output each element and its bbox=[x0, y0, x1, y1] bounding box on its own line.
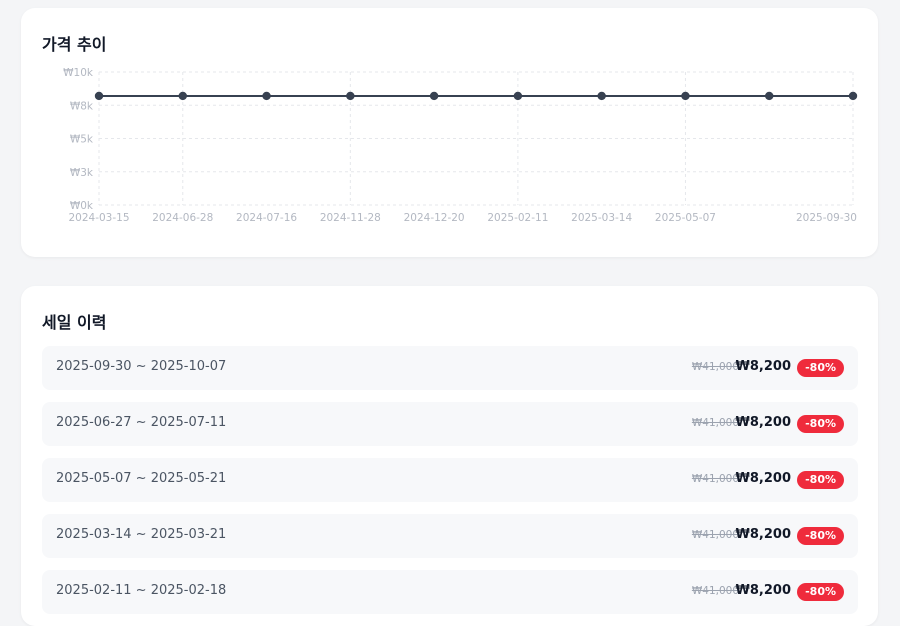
x-tick-label: 2025-02-11 bbox=[487, 212, 548, 224]
x-tick-label: 2024-11-28 bbox=[320, 212, 381, 224]
sale-date-range: 2025-05-07 ~ 2025-05-21 bbox=[56, 471, 227, 486]
sale-date-range: 2025-06-27 ~ 2025-07-11 bbox=[56, 415, 227, 430]
discount-badge: -80% bbox=[797, 359, 844, 377]
x-tick-label: 2025-05-07 bbox=[655, 212, 716, 224]
x-tick-label: 2025-03-14 bbox=[571, 212, 632, 224]
sale-date-range: 2025-03-14 ~ 2025-03-21 bbox=[56, 527, 227, 542]
sale-price: ₩8,200 bbox=[735, 471, 791, 486]
data-point bbox=[848, 91, 858, 101]
discount-badge: -80% bbox=[797, 583, 844, 601]
data-point bbox=[178, 91, 187, 101]
data-point bbox=[513, 91, 523, 101]
sale-date-range: 2025-02-11 ~ 2025-02-18 bbox=[56, 583, 227, 598]
discount-badge: -80% bbox=[797, 527, 844, 545]
sale-history-row[interactable]: 2025-06-27 ~ 2025-07-11 ₩41,000 ₩8,200 -… bbox=[42, 402, 858, 446]
data-point bbox=[597, 91, 606, 101]
price-trend-chart: ₩10k ₩8k ₩5k ₩3k ₩0k2024-03-15 2024-06-28 2024… bbox=[63, 67, 858, 224]
y-tick-label: ₩3k bbox=[70, 167, 94, 179]
data-point bbox=[94, 91, 104, 101]
y-tick-label: ₩8k bbox=[70, 100, 94, 112]
original-price: ₩41,000 bbox=[691, 585, 739, 597]
data-point bbox=[681, 91, 690, 101]
sale-price: ₩8,200 bbox=[735, 527, 791, 542]
y-tick-label: ₩5k bbox=[70, 134, 94, 146]
sale-history-row[interactable]: 2025-09-30 ~ 2025-10-07 ₩41,000 ₩8,200 -… bbox=[42, 346, 858, 390]
price-trend-card: 가격 추이 ₩10k ₩8k ₩5k ₩3k ₩0k 2024-03-15 2024-06-… bbox=[21, 8, 878, 257]
sale-history-row[interactable]: 2025-02-11 ~ 2025-02-18 ₩41,000 ₩8,200 -… bbox=[42, 570, 858, 614]
discount-badge: -80% bbox=[797, 415, 844, 433]
sale-history-title: 세일 이력 bbox=[42, 313, 107, 332]
data-point bbox=[429, 91, 439, 101]
data-point bbox=[346, 91, 355, 101]
y-tick-label: ₩0k bbox=[70, 200, 94, 212]
original-price: ₩41,000 bbox=[691, 529, 739, 541]
sale-price: ₩8,200 bbox=[735, 415, 791, 430]
sale-price: ₩8,200 bbox=[735, 359, 791, 374]
y-tick-label: ₩10k bbox=[63, 67, 94, 79]
discount-badge: -80% bbox=[797, 471, 844, 489]
sale-date-range: 2025-09-30 ~ 2025-10-07 bbox=[56, 359, 227, 374]
x-tick-label: 2024-06-28 bbox=[152, 212, 213, 224]
original-price: ₩41,000 bbox=[691, 473, 739, 485]
original-price: ₩41,000 bbox=[691, 417, 739, 429]
sale-history-card: 세일 이력 2025-09-30 ~ 2025-10-07 ₩41,000 ₩8… bbox=[21, 286, 878, 626]
x-tick-label: 2025-09-30 bbox=[796, 212, 857, 224]
sale-price: ₩8,200 bbox=[735, 583, 791, 598]
sale-history-row[interactable]: 2025-03-14 ~ 2025-03-21 ₩41,000 ₩8,200 -… bbox=[42, 514, 858, 558]
data-point bbox=[262, 91, 271, 101]
data-point bbox=[765, 91, 774, 101]
x-tick-label: 2024-12-20 bbox=[404, 212, 465, 224]
x-tick-label: 2024-07-16 bbox=[236, 212, 297, 224]
original-price: ₩41,000 bbox=[691, 361, 739, 373]
x-tick-label: 2024-03-15 bbox=[68, 212, 129, 224]
sale-history-row[interactable]: 2025-05-07 ~ 2025-05-21 ₩41,000 ₩8,200 -… bbox=[42, 458, 858, 502]
